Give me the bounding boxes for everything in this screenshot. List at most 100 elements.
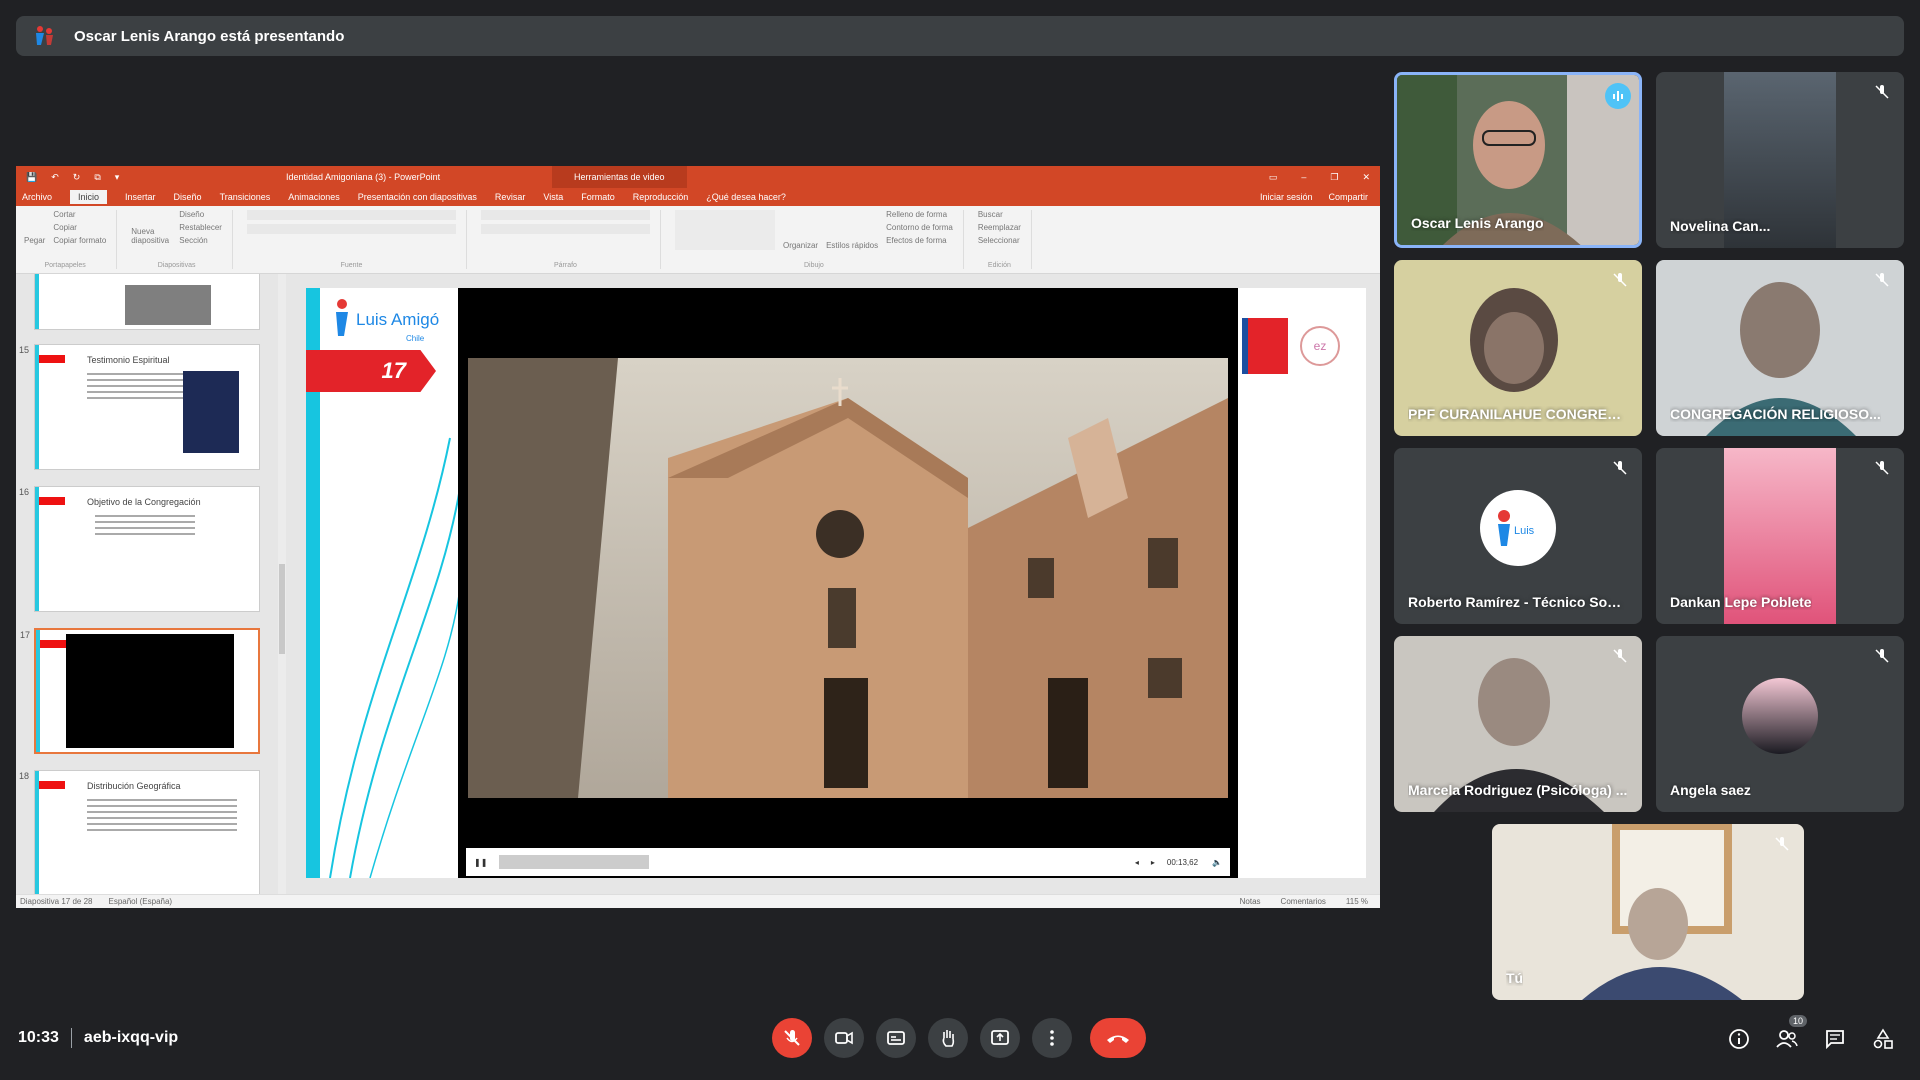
tab-vista[interactable]: Vista <box>543 192 563 202</box>
participant-tile[interactable]: Marcela Rodriguez (Psicóloga) ... <box>1394 636 1642 812</box>
participant-tile[interactable]: Luis Roberto Ramírez - Técnico Soci... <box>1394 448 1642 624</box>
tab-formato[interactable]: Formato <box>581 192 615 202</box>
participant-name: Oscar Lenis Arango <box>1411 215 1544 231</box>
reset-button[interactable]: Restablecer <box>179 223 222 232</box>
participant-tile[interactable]: Dankan Lepe Poblete <box>1656 448 1904 624</box>
shapes-gallery[interactable] <box>674 210 775 250</box>
slide-thumbnail[interactable]: 15 Testimonio Espiritual <box>19 344 260 470</box>
comments-button[interactable]: Comentarios <box>1281 897 1326 906</box>
share-button[interactable]: Compartir <box>1328 192 1368 202</box>
pause-icon[interactable]: ❚❚ <box>474 858 487 867</box>
captions-button[interactable] <box>876 1018 916 1058</box>
ribbon-group-font: Fuente <box>246 210 467 269</box>
participant-tile[interactable]: Novelina Can... <box>1656 72 1904 248</box>
cut-button[interactable]: Cortar <box>53 210 106 219</box>
close-icon[interactable]: ✕ <box>1362 172 1370 183</box>
mic-off-icon <box>1608 644 1632 668</box>
ribbon-display-icon[interactable]: ▭ <box>1269 172 1278 183</box>
tab-animaciones[interactable]: Animaciones <box>288 192 340 202</box>
participant-tile[interactable]: CONGREGACIÓN RELIGIOSO... <box>1656 260 1904 436</box>
government-logo <box>1242 318 1288 374</box>
participant-tile[interactable]: Angela saez <box>1656 636 1904 812</box>
slide-number: 16 <box>19 487 30 497</box>
mic-off-icon <box>1870 456 1894 480</box>
shape-fill-button[interactable]: Relleno de forma <box>886 210 953 219</box>
format-painter-button[interactable]: Copiar formato <box>53 236 106 245</box>
tab-transiciones[interactable]: Transiciones <box>220 192 271 202</box>
activities-button[interactable] <box>1870 1026 1896 1052</box>
layout-button[interactable]: Diseño <box>179 210 222 219</box>
mic-off-icon <box>1608 456 1632 480</box>
participant-name: Angela saez <box>1670 782 1751 798</box>
notes-button[interactable]: Notas <box>1240 897 1261 906</box>
meeting-details-button[interactable] <box>1726 1026 1752 1052</box>
tell-me-search[interactable]: ¿Qué desea hacer? <box>706 192 786 202</box>
end-call-button[interactable] <box>1090 1018 1146 1058</box>
book-cover-image <box>183 371 239 453</box>
replace-button[interactable]: Reemplazar <box>978 223 1021 232</box>
call-controls <box>772 1018 1146 1058</box>
meeting-code[interactable]: aeb-ixqq-vip <box>84 1029 178 1047</box>
ribbon-group-drawing: Organizar Estilos rápidos Relleno de for… <box>674 210 964 269</box>
redo-icon[interactable]: ↻ <box>73 172 81 183</box>
group-label: Portapapeles <box>44 262 86 269</box>
section-button[interactable]: Sección <box>179 236 222 245</box>
new-slide-button[interactable]: Nueva diapositiva <box>131 227 171 245</box>
chat-button[interactable] <box>1822 1026 1848 1052</box>
undo-icon[interactable]: ↶ <box>51 172 59 183</box>
slide-number-badge: 17 <box>306 350 436 392</box>
presenter-banner: Oscar Lenis Arango está presentando <box>16 16 1904 56</box>
sign-in-link[interactable]: Iniciar sesión <box>1260 192 1313 202</box>
present-icon[interactable]: ⧉ <box>94 172 100 183</box>
shape-outline-button[interactable]: Contorno de forma <box>886 223 953 232</box>
shape-effects-button[interactable]: Efectos de forma <box>886 236 953 245</box>
ppt-menu-tabs: Archivo Inicio Insertar Diseño Transicio… <box>16 188 1380 206</box>
restore-icon[interactable]: ❐ <box>1330 172 1338 183</box>
mic-off-icon <box>1770 832 1794 856</box>
mic-toggle-button[interactable] <box>772 1018 812 1058</box>
tab-reproduccion[interactable]: Reproducción <box>633 192 689 202</box>
participant-avatar <box>1742 678 1818 754</box>
slide-number: 18 <box>19 771 30 781</box>
forward-icon[interactable]: ▸ <box>1151 858 1155 867</box>
zoom-level[interactable]: 115 % <box>1346 897 1368 906</box>
more-options-button[interactable] <box>1032 1018 1072 1058</box>
current-slide: Luis Amigó Chile 17 ❚❚ ◂ ▸ 00:13,62 🔈 ez <box>306 288 1366 878</box>
menu-right: Iniciar sesión Compartir <box>1260 192 1380 202</box>
camera-toggle-button[interactable] <box>824 1018 864 1058</box>
language[interactable]: Español (España) <box>109 897 173 906</box>
quick-styles-button[interactable]: Estilos rápidos <box>826 241 878 250</box>
video-player[interactable]: ❚❚ ◂ ▸ 00:13,62 🔈 <box>458 288 1238 878</box>
slide-thumbnail-selected[interactable]: 17 <box>20 628 260 754</box>
ppt-titlebar: 💾 ↶ ↻ ⧉ ▾ Identidad Amigoniana (3) - Pow… <box>16 166 1380 188</box>
tab-revisar[interactable]: Revisar <box>495 192 526 202</box>
paste-button[interactable]: Pegar <box>24 236 45 245</box>
find-button[interactable]: Buscar <box>978 210 1021 219</box>
self-view-tile[interactable]: Tú <box>1492 824 1804 1000</box>
minimize-icon[interactable]: – <box>1301 172 1306 182</box>
video-tools-label: Herramientas de video <box>552 166 687 188</box>
customize-icon[interactable]: ▾ <box>115 172 120 183</box>
tab-presentacion[interactable]: Presentación con diapositivas <box>358 192 477 202</box>
slide-thumbnail[interactable] <box>34 274 260 330</box>
video-progress-bar[interactable] <box>499 855 650 869</box>
mic-off-icon <box>1870 80 1894 104</box>
participant-tile[interactable]: PPF CURANILAHUE CONGREG... <box>1394 260 1642 436</box>
volume-icon[interactable]: 🔈 <box>1212 858 1222 867</box>
slide-thumbnail[interactable]: 16 Objetivo de la Congregación <box>19 486 260 612</box>
thumbnail-scrollbar[interactable] <box>278 274 286 894</box>
save-icon[interactable]: 💾 <box>26 172 37 183</box>
rewind-icon[interactable]: ◂ <box>1135 858 1139 867</box>
copy-button[interactable]: Copiar <box>53 223 106 232</box>
tab-insertar[interactable]: Insertar <box>125 192 156 202</box>
participant-tile[interactable]: Oscar Lenis Arango <box>1394 72 1642 248</box>
tab-diseno[interactable]: Diseño <box>174 192 202 202</box>
slide-thumbnail[interactable]: 18 Distribución Geográfica <box>19 770 260 894</box>
present-screen-button[interactable] <box>980 1018 1020 1058</box>
raise-hand-button[interactable] <box>928 1018 968 1058</box>
tab-archivo[interactable]: Archivo <box>22 192 52 202</box>
tab-inicio[interactable]: Inicio <box>70 190 108 204</box>
people-button[interactable]: 10 <box>1774 1014 1808 1052</box>
arrange-button[interactable]: Organizar <box>783 241 818 250</box>
select-button[interactable]: Seleccionar <box>978 236 1021 245</box>
